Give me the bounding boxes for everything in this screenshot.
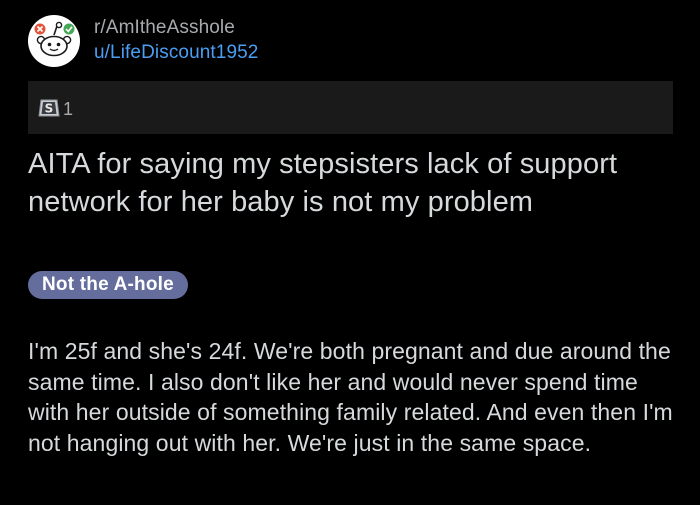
aita-logo-icon xyxy=(33,21,76,57)
author-username[interactable]: u/LifeDiscount1952 xyxy=(94,40,258,66)
award-count: 1 xyxy=(63,99,74,119)
post-meta: r/AmItheAsshole u/LifeDiscount1952 xyxy=(94,16,258,66)
post-title[interactable]: AITA for saying my stepsisters lack of s… xyxy=(28,145,673,221)
silver-award-icon: S xyxy=(37,96,61,120)
subreddit-avatar[interactable] xyxy=(28,15,80,67)
awards-bar[interactable]: S 1 xyxy=(28,81,673,134)
post-body: I'm 25f and she's 24f. We're both pregna… xyxy=(28,338,673,456)
post-header: r/AmItheAsshole u/LifeDiscount1952 xyxy=(28,14,258,68)
subreddit-name[interactable]: r/AmItheAsshole xyxy=(94,16,258,40)
post-flair[interactable]: Not the A-hole xyxy=(28,271,188,299)
svg-text:S: S xyxy=(45,101,54,115)
